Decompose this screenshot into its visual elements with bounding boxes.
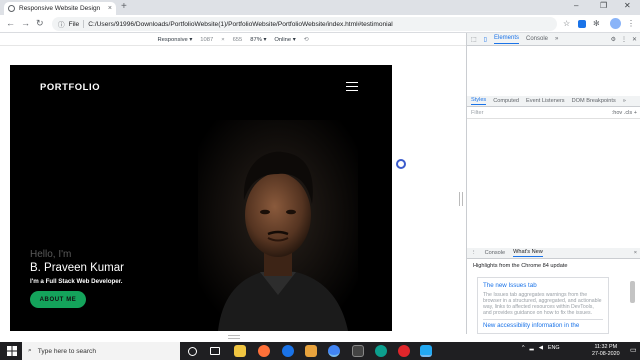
- notification-icon[interactable]: ▭: [630, 346, 637, 354]
- page-favicon-icon: [8, 5, 15, 12]
- clock-time: 11:32 PM: [594, 344, 618, 350]
- tab-elements[interactable]: Elements: [493, 35, 519, 44]
- close-window-icon[interactable]: ✕: [624, 1, 631, 11]
- forward-arrow-icon[interactable]: →: [21, 18, 30, 29]
- device-toggle-icon[interactable]: ▯: [484, 36, 487, 43]
- drawer-scrollbar[interactable]: [630, 281, 635, 303]
- back-arrow-icon[interactable]: ←: [6, 18, 15, 29]
- hero-name: B. Praveen Kumar: [30, 262, 124, 274]
- devtools-panel: ⬚ ▯ Elements Console » ⚙ ⋮ ✕ Styles Comp…: [466, 33, 640, 334]
- taskbar-clock[interactable]: 11:32 PM 27-08-2020: [592, 344, 620, 358]
- touch-cursor-icon: [396, 159, 406, 169]
- profile-photo: [198, 120, 358, 331]
- hero-role: I'm a Full Stack Web Developer.: [30, 278, 123, 285]
- language-indicator[interactable]: ENG: [548, 345, 560, 351]
- throttle-select[interactable]: Online ▾: [274, 37, 295, 43]
- vscode-icon[interactable]: [420, 345, 432, 357]
- whats-new-description: The Issues tab aggregates warnings from …: [483, 292, 602, 316]
- drawer-close-icon[interactable]: ×: [634, 250, 637, 256]
- app-icon[interactable]: [305, 345, 317, 357]
- rotate-icon[interactable]: ⟲: [304, 37, 309, 43]
- portfolio-page: PORTFOLIO Hello, I'm B. Praveen Kumar I'…: [10, 65, 392, 331]
- new-tab-button[interactable]: +: [121, 2, 127, 12]
- url-text[interactable]: C:/Users/91996/Downloads/PortfolioWebsit…: [88, 21, 393, 28]
- file-explorer-icon[interactable]: [234, 345, 246, 357]
- times-sign: ×: [221, 36, 225, 43]
- chrome-icon[interactable]: [328, 345, 340, 357]
- tray-chevron-icon[interactable]: ^: [522, 345, 525, 351]
- zoom-select[interactable]: 87% ▾: [250, 37, 266, 43]
- styles-subtabs: Styles Computed Event Listeners DOM Brea…: [467, 96, 640, 107]
- devtools-close-icon[interactable]: ✕: [632, 36, 637, 43]
- devtools-main-tabs: ⬚ ▯ Elements Console » ⚙ ⋮ ✕: [467, 33, 640, 46]
- browser-tab[interactable]: Responsive Website Design ×: [4, 2, 116, 15]
- viewport-gutter: [392, 65, 466, 331]
- gear-icon[interactable]: ⚙: [611, 36, 616, 43]
- height-input[interactable]: 655: [233, 37, 243, 43]
- more-tabs-icon[interactable]: »: [555, 36, 558, 42]
- drawer-tabs: ⋮ Console What's New ×: [467, 248, 640, 259]
- browser-tab-strip: Responsive Website Design × + – ❐ ✕: [0, 0, 640, 15]
- drawer-tab-console[interactable]: Console: [485, 250, 506, 256]
- firefox-icon[interactable]: [258, 345, 270, 357]
- cortana-icon[interactable]: [188, 347, 197, 356]
- tab-computed[interactable]: Computed: [493, 98, 519, 104]
- tab-styles[interactable]: Styles: [471, 97, 487, 105]
- divider: [83, 20, 85, 28]
- opera-icon[interactable]: [398, 345, 410, 357]
- whats-new-link-accessibility[interactable]: New accessibility information in the: [483, 319, 603, 329]
- resize-handle-right[interactable]: [459, 192, 463, 206]
- windows-start-icon[interactable]: [7, 346, 17, 356]
- close-tab-icon[interactable]: ×: [108, 5, 112, 12]
- app-icon[interactable]: [352, 345, 364, 357]
- about-me-button[interactable]: ABOUT ME: [30, 291, 86, 308]
- network-icon[interactable]: ▂: [530, 345, 534, 351]
- filter-placeholder: Filter: [471, 109, 484, 116]
- drawer-tab-whats-new[interactable]: What's New: [513, 249, 543, 257]
- windows-taskbar: ⌕ Type here to search ^ ▂ ◀ ENG 11:32 PM…: [0, 342, 640, 360]
- device-toolbar: Responsive ▾ 1087 × 655 87% ▾ Online ▾ ⟲: [0, 34, 466, 46]
- search-icon: ⌕: [28, 347, 32, 354]
- taskbar-search-box[interactable]: ⌕ Type here to search: [22, 342, 180, 360]
- inspect-element-icon[interactable]: ⬚: [471, 36, 477, 43]
- task-view-icon[interactable]: [210, 347, 220, 355]
- pseudo-class-toggles[interactable]: :hov .cls +: [612, 110, 637, 116]
- whats-new-card: The new Issues tab The Issues tab aggreg…: [477, 277, 609, 334]
- extension-icon[interactable]: [578, 20, 586, 28]
- clock-date: 27-08-2020: [592, 351, 620, 357]
- bookmark-star-icon[interactable]: ☆: [563, 19, 570, 29]
- search-placeholder: Type here to search: [37, 347, 96, 355]
- puzzle-extensions-icon[interactable]: ✻: [593, 19, 600, 29]
- tab-title: Responsive Website Design: [19, 5, 101, 12]
- menu-kebab-icon[interactable]: ⋮: [627, 19, 635, 29]
- system-tray: ^ ▂ ◀ ENG: [522, 345, 560, 351]
- tab-console[interactable]: Console: [526, 36, 548, 42]
- width-input[interactable]: 1087: [200, 37, 213, 43]
- profile-avatar[interactable]: [610, 18, 621, 29]
- greeting-text: Hello, I'm: [30, 249, 72, 260]
- whats-new-heading: Highlights from the Chrome 84 update: [473, 263, 568, 269]
- resize-handle-bottom[interactable]: [228, 335, 240, 339]
- whats-new-link-issues[interactable]: The new Issues tab: [483, 282, 603, 289]
- drawer-menu-icon[interactable]: ⋮: [471, 250, 477, 256]
- devtools-menu-icon[interactable]: ⋮: [621, 36, 627, 43]
- reload-icon[interactable]: ↻: [36, 18, 44, 29]
- edge-icon[interactable]: [375, 345, 387, 357]
- more-subtabs-icon[interactable]: »: [623, 98, 626, 104]
- scheme-label: File: [68, 20, 80, 28]
- restore-icon[interactable]: ❐: [600, 1, 607, 11]
- app-icon[interactable]: [282, 345, 294, 357]
- brand-logo[interactable]: PORTFOLIO: [40, 81, 100, 92]
- volume-icon[interactable]: ◀: [539, 345, 543, 351]
- info-icon[interactable]: ⓘ: [58, 19, 65, 29]
- browser-toolbar: ← → ↻ ⓘ File C:/Users/91996/Downloads/Po…: [0, 15, 640, 33]
- tab-dom-breakpoints[interactable]: DOM Breakpoints: [572, 98, 616, 104]
- styles-filter-input[interactable]: Filter :hov .cls +: [467, 107, 640, 119]
- device-select[interactable]: Responsive ▾: [157, 37, 192, 43]
- hamburger-menu-icon[interactable]: [346, 82, 358, 91]
- tab-event-listeners[interactable]: Event Listeners: [526, 98, 565, 104]
- address-bar[interactable]: ⓘ File C:/Users/91996/Downloads/Portfoli…: [52, 17, 557, 31]
- minimize-icon[interactable]: –: [574, 1, 578, 11]
